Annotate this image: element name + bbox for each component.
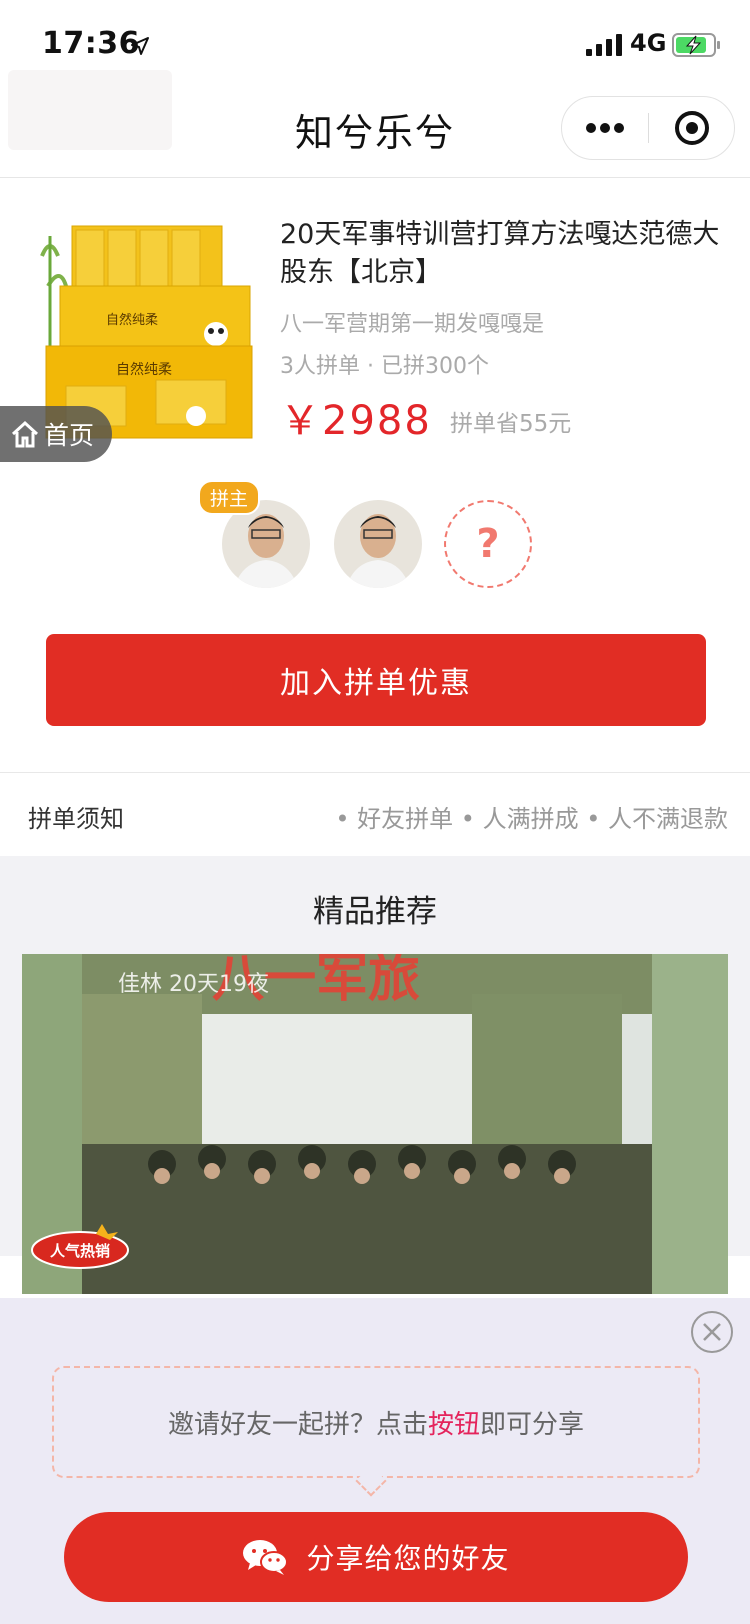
join-group-button[interactable]: 加入拼单优惠 [46, 634, 706, 726]
home-label: 首页 [44, 421, 95, 450]
product-title: 20天军事特训营打算方法嘎达范德大股东【北京】 [280, 219, 720, 288]
product-card[interactable]: 自然纯柔 自然纯柔 20天军事特训营打算方法嘎达范德大股东【北京】 八一军营期第… [0, 178, 750, 468]
member-photo [334, 500, 422, 588]
hot-sale-label: 人气热销 [50, 1242, 110, 1260]
tip-prefix: 邀请好友一起拼？点击 [167, 1409, 428, 1440]
product-subtitle: 八一军营期第一期发嘎嘎是 [280, 312, 545, 337]
owner-badge: 拼主 [198, 480, 261, 515]
product-saving: 拼单省55元 [450, 411, 572, 437]
product-stats: 3人拼单 · 已拼300个 [280, 354, 489, 379]
status-time: 17:36 [42, 26, 140, 61]
empty-slot[interactable]: ? [444, 500, 532, 588]
group-rules[interactable]: 拼单须知 • 好友拼单 • 人满拼成 • 人不满退款 [0, 772, 750, 856]
tip-suffix: 即可分享 [480, 1409, 585, 1440]
rules-items: • 好友拼单 • 人满拼成 • 人不满退款 [335, 805, 728, 833]
nav-bar: 知兮乐兮 [0, 70, 750, 178]
svg-text:自然纯柔: 自然纯柔 [106, 312, 158, 328]
svg-text:自然纯柔: 自然纯柔 [116, 361, 172, 378]
signal-icon [586, 34, 622, 56]
share-button[interactable]: 分享给您的好友 [64, 1512, 688, 1602]
avatar [334, 500, 422, 588]
share-button-label: 分享给您的好友 [306, 1542, 510, 1575]
tip-highlight: 按钮 [427, 1409, 480, 1440]
more-button[interactable] [562, 97, 648, 159]
location-arrow-icon [131, 37, 149, 55]
home-button[interactable]: 首页 [0, 406, 112, 462]
share-tip: 邀请好友一起拼？点击 按钮 即可分享 [52, 1366, 700, 1478]
recommend-item[interactable]: 八一军旅 佳林 20天19夜 人气热销 [22, 954, 728, 1294]
close-mini-program-button[interactable] [649, 97, 735, 159]
battery-charging-icon [672, 33, 720, 57]
group-members: 拼主 ? [0, 480, 750, 590]
hot-sale-badge: 人气热销 [31, 1224, 129, 1269]
close-circle-icon[interactable] [690, 1310, 734, 1354]
home-icon [11, 420, 39, 448]
mini-program-capsule [561, 96, 735, 160]
wechat-icon [243, 1540, 289, 1575]
close-target-icon [675, 111, 709, 145]
more-dots-icon [586, 123, 624, 133]
share-sheet: 邀请好友一起拼？点击 按钮 即可分享 分享给您的好友 [0, 1298, 750, 1624]
product-price: ￥2988 [280, 398, 432, 444]
recommend-section: 精品推荐 八一军旅 佳林 20天19夜 人气热销 [0, 856, 750, 1294]
recommend-title: 精品推荐 [313, 894, 437, 930]
rules-title: 拼单须知 [28, 805, 124, 833]
network-label: 4G [630, 29, 667, 57]
recommend-caption: 佳林 20天19夜 [118, 972, 269, 997]
